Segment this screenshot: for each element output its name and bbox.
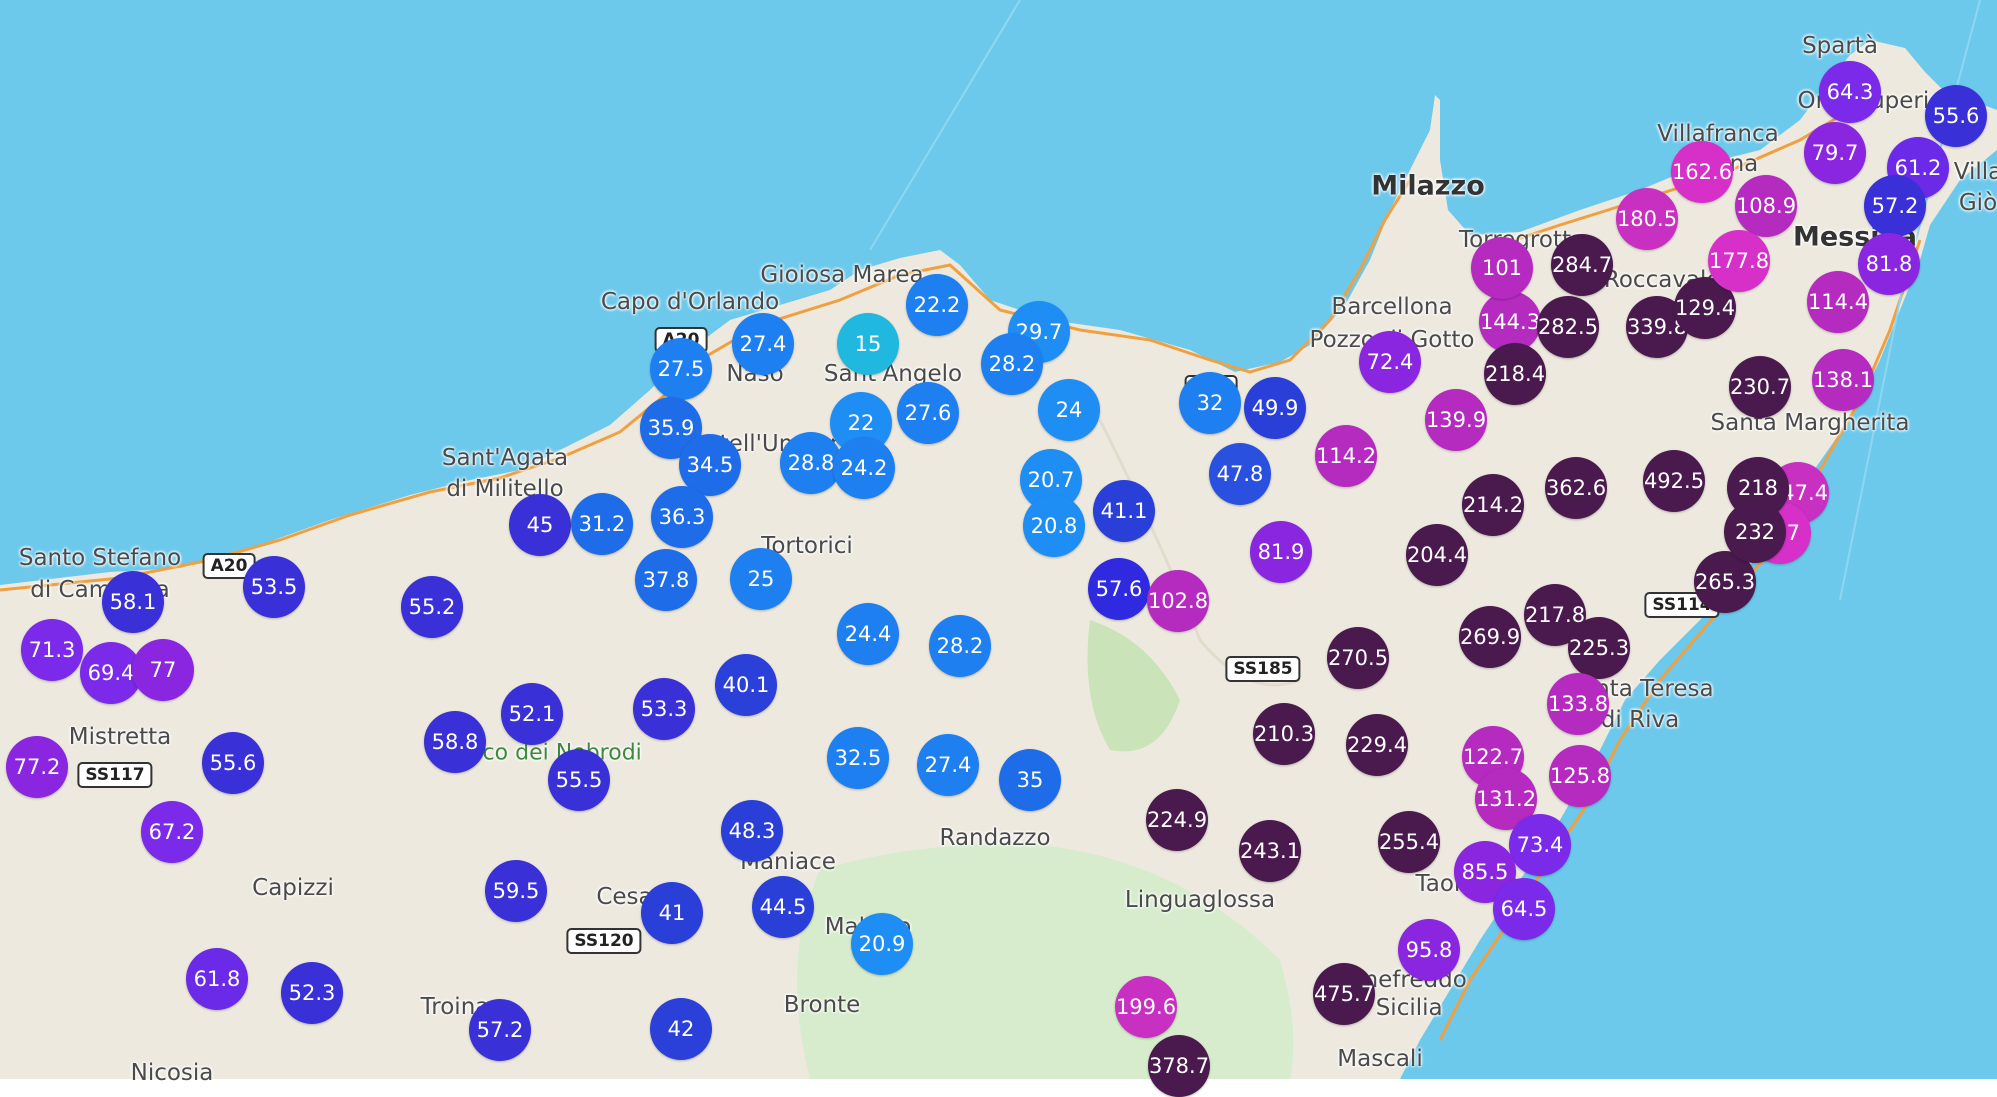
rainfall-marker[interactable]: 32 [1179, 372, 1241, 434]
rainfall-marker[interactable]: 475.7 [1313, 963, 1375, 1025]
rainfall-marker[interactable]: 55.6 [202, 732, 264, 794]
rainfall-marker[interactable]: 57.6 [1088, 558, 1150, 620]
rainfall-marker[interactable]: 214.2 [1462, 474, 1524, 536]
rainfall-marker[interactable]: 362.6 [1545, 457, 1607, 519]
rainfall-marker[interactable]: 15 [837, 313, 899, 375]
road-shield: SS120 [566, 928, 642, 954]
rainfall-marker[interactable]: 138.1 [1812, 349, 1874, 411]
road-shield: SS117 [77, 762, 153, 788]
rainfall-marker[interactable]: 20.9 [851, 913, 913, 975]
rainfall-marker[interactable]: 49.9 [1244, 377, 1306, 439]
rainfall-marker[interactable]: 95.8 [1398, 919, 1460, 981]
rainfall-marker[interactable]: 125.8 [1549, 745, 1611, 807]
rainfall-marker[interactable]: 61.8 [186, 948, 248, 1010]
rainfall-marker[interactable]: 133.8 [1547, 673, 1609, 735]
rainfall-marker[interactable]: 35 [999, 749, 1061, 811]
rainfall-marker[interactable]: 24.4 [837, 603, 899, 665]
rainfall-marker[interactable]: 41.1 [1093, 480, 1155, 542]
rainfall-marker[interactable]: 199.6 [1115, 976, 1177, 1038]
rainfall-marker[interactable]: 101 [1471, 237, 1533, 299]
rainfall-marker[interactable]: 24.2 [833, 437, 895, 499]
rainfall-marker[interactable]: 42 [650, 998, 712, 1060]
rainfall-marker[interactable]: 55.2 [401, 576, 463, 638]
rainfall-marker[interactable]: 32.5 [827, 727, 889, 789]
rainfall-marker[interactable]: 77 [132, 639, 194, 701]
rainfall-marker[interactable]: 180.5 [1616, 188, 1678, 250]
rainfall-marker[interactable]: 45 [509, 494, 571, 556]
rainfall-marker[interactable]: 270.5 [1327, 627, 1389, 689]
rainfall-marker[interactable]: 210.3 [1253, 703, 1315, 765]
rainfall-marker[interactable]: 378.7 [1148, 1035, 1210, 1097]
rainfall-marker[interactable]: 37.8 [635, 549, 697, 611]
rainfall-marker[interactable]: 22.2 [906, 274, 968, 336]
rainfall-marker[interactable]: 36.3 [651, 486, 713, 548]
rainfall-marker[interactable]: 204.4 [1406, 524, 1468, 586]
rainfall-marker[interactable]: 55.5 [548, 749, 610, 811]
rainfall-marker[interactable]: 25 [730, 548, 792, 610]
road-shield: SS185 [1225, 656, 1301, 682]
rainfall-marker[interactable]: 64.5 [1493, 878, 1555, 940]
rainfall-marker[interactable]: 41 [641, 882, 703, 944]
rainfall-marker[interactable]: 28.2 [981, 333, 1043, 395]
rainfall-marker[interactable]: 282.5 [1537, 296, 1599, 358]
rainfall-marker[interactable]: 229.4 [1346, 714, 1408, 776]
rainfall-marker[interactable]: 20.8 [1023, 495, 1085, 557]
rainfall-marker[interactable]: 28.2 [929, 615, 991, 677]
rainfall-marker[interactable]: 102.8 [1147, 570, 1209, 632]
rainfall-marker[interactable]: 47.8 [1209, 443, 1271, 505]
rainfall-marker[interactable]: 71.3 [21, 619, 83, 681]
rainfall-marker[interactable]: 225.3 [1568, 617, 1630, 679]
rainfall-marker[interactable]: 139.9 [1425, 389, 1487, 451]
rainfall-marker[interactable]: 224.9 [1146, 789, 1208, 851]
rainfall-marker[interactable]: 44.5 [752, 876, 814, 938]
rainfall-marker[interactable]: 64.3 [1819, 61, 1881, 123]
rainfall-marker[interactable]: 31.2 [571, 493, 633, 555]
rainfall-marker[interactable]: 24 [1038, 379, 1100, 441]
rainfall-marker[interactable]: 492.5 [1643, 450, 1705, 512]
rainfall-marker[interactable]: 77.2 [6, 736, 68, 798]
rainfall-marker[interactable]: 114.2 [1315, 425, 1377, 487]
rainfall-marker[interactable]: 255.4 [1378, 811, 1440, 873]
rainfall-marker[interactable]: 108.9 [1735, 175, 1797, 237]
rainfall-marker[interactable]: 52.3 [281, 962, 343, 1024]
rainfall-marker[interactable]: 40.1 [715, 654, 777, 716]
rainfall-marker[interactable]: 177.8 [1708, 230, 1770, 292]
rainfall-marker[interactable]: 230.7 [1729, 356, 1791, 418]
rainfall-marker[interactable]: 57.2 [1864, 175, 1926, 237]
rainfall-marker[interactable]: 59.5 [485, 860, 547, 922]
rainfall-marker[interactable]: 73.4 [1509, 814, 1571, 876]
rainfall-marker[interactable]: 232 [1724, 501, 1786, 563]
rainfall-marker[interactable]: 284.7 [1551, 234, 1613, 296]
rainfall-marker[interactable]: 27.5 [650, 338, 712, 400]
rainfall-marker[interactable]: 162.6 [1671, 141, 1733, 203]
rainfall-marker[interactable]: 48.3 [721, 800, 783, 862]
rainfall-marker[interactable]: 114.4 [1807, 271, 1869, 333]
rainfall-marker[interactable]: 79.7 [1804, 122, 1866, 184]
rainfall-marker[interactable]: 81.9 [1250, 521, 1312, 583]
rainfall-marker[interactable]: 67.2 [141, 801, 203, 863]
rainfall-marker[interactable]: 53.5 [243, 556, 305, 618]
rainfall-marker[interactable]: 58.8 [424, 711, 486, 773]
rainfall-marker[interactable]: 55.6 [1925, 85, 1987, 147]
rainfall-marker[interactable]: 53.3 [633, 678, 695, 740]
rainfall-marker[interactable]: 27.4 [732, 313, 794, 375]
rainfall-marker[interactable]: 243.1 [1239, 820, 1301, 882]
rainfall-marker[interactable]: 57.2 [469, 999, 531, 1061]
rainfall-marker[interactable]: 58.1 [102, 571, 164, 633]
rainfall-marker[interactable]: 27.6 [897, 382, 959, 444]
rainfall-marker[interactable]: 72.4 [1359, 331, 1421, 393]
rainfall-marker[interactable]: 52.1 [501, 683, 563, 745]
map-view[interactable]: Capo d'OrlandoGioiosa MareaMilazzoNasoSa… [0, 0, 1997, 1097]
rainfall-marker[interactable]: 81.8 [1858, 233, 1920, 295]
rainfall-marker[interactable]: 27.4 [917, 734, 979, 796]
rainfall-marker[interactable]: 269.9 [1459, 606, 1521, 668]
rainfall-marker[interactable]: 218.4 [1484, 343, 1546, 405]
